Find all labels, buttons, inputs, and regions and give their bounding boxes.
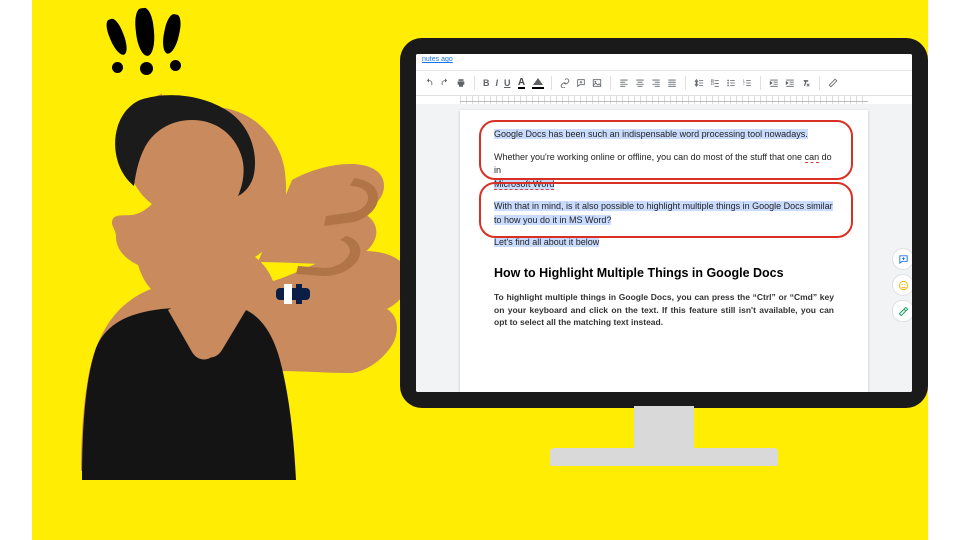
align-center-button[interactable]: [633, 76, 647, 90]
monitor: nutes ago B I U A: [400, 38, 928, 508]
doc-heading: How to Highlight Multiple Things in Goog…: [494, 264, 834, 283]
side-action-pills: [892, 248, 912, 322]
paragraph-1: Google Docs has been such an indispensab…: [494, 129, 808, 139]
checklist-button[interactable]: [708, 76, 722, 90]
add-comment-button[interactable]: [574, 76, 588, 90]
paragraph-2d: Microsoft Word: [494, 179, 554, 190]
emoji-pill[interactable]: [892, 274, 912, 296]
paragraph-4: Let's find all about it below: [494, 237, 599, 247]
insert-link-button[interactable]: [558, 76, 572, 90]
comment-pill[interactable]: [892, 248, 912, 270]
align-right-button[interactable]: [649, 76, 663, 90]
paragraph-2a: Whether you're working online or offline…: [494, 152, 805, 162]
last-edit-link[interactable]: nutes ago: [416, 54, 912, 71]
monitor-stand-neck: [634, 406, 694, 452]
doc-body: To highlight multiple things in Google D…: [494, 291, 834, 329]
underline-button[interactable]: U: [502, 76, 513, 90]
document-canvas: Google Docs has been such an indispensab…: [416, 104, 912, 392]
paragraph-2b: can: [805, 152, 820, 163]
last-edit-text: nutes ago: [422, 56, 453, 63]
undo-button[interactable]: [422, 76, 436, 90]
monitor-stand-base: [550, 448, 778, 466]
italic-button[interactable]: I: [494, 76, 501, 90]
screen: nutes ago B I U A: [416, 54, 912, 392]
redo-button[interactable]: [438, 76, 452, 90]
document-page[interactable]: Google Docs has been such an indispensab…: [460, 110, 868, 392]
bulleted-list-button[interactable]: [724, 76, 738, 90]
clear-formatting-button[interactable]: [799, 76, 813, 90]
line-spacing-button[interactable]: [692, 76, 706, 90]
paragraph-3: With that in mind, is it also possible t…: [494, 201, 833, 225]
suggest-pill[interactable]: [892, 300, 912, 322]
align-justify-button[interactable]: [665, 76, 679, 90]
editing-mode-button[interactable]: [826, 76, 840, 90]
increase-indent-button[interactable]: [783, 76, 797, 90]
svg-text:2: 2: [742, 82, 744, 86]
docs-toolbar: B I U A: [416, 71, 912, 96]
decrease-indent-button[interactable]: [767, 76, 781, 90]
thumbnail-stage: nutes ago B I U A: [0, 0, 960, 540]
print-button[interactable]: [454, 76, 468, 90]
align-left-button[interactable]: [617, 76, 631, 90]
numbered-list-button[interactable]: 12: [740, 76, 754, 90]
bold-button[interactable]: B: [481, 76, 492, 90]
insert-image-button[interactable]: [590, 76, 604, 90]
person-pointing: [44, 60, 404, 540]
text-color-button[interactable]: A: [515, 76, 529, 90]
highlight-color-button[interactable]: [531, 76, 545, 90]
